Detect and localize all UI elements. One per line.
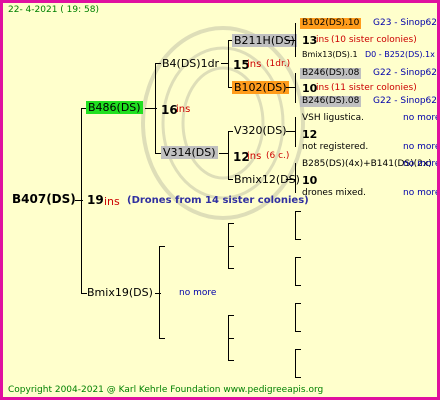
gen4-r4-info: G22 - Sinop62R bbox=[373, 68, 440, 78]
gen4-r12-info: no more bbox=[403, 188, 440, 198]
gen4-r11-num: 10 bbox=[302, 174, 318, 187]
gen4-r2-ins: ins bbox=[316, 35, 329, 45]
father-queen[interactable]: B486(DS) bbox=[86, 101, 143, 114]
gen4-r1-info: G23 - Sinop62R bbox=[373, 18, 440, 28]
gen2b-extra: (6 c.) bbox=[266, 151, 290, 161]
gen2a-ins-label: ins bbox=[247, 59, 262, 70]
grandfather-queen[interactable]: B4(DS)1dr bbox=[160, 57, 221, 70]
root-ins-count: 19 bbox=[87, 193, 104, 207]
gen2a-extra: (1dr.) bbox=[266, 59, 291, 69]
root-sister-note: (Drones from 14 sister colonies) bbox=[127, 195, 309, 206]
gen4-r9-text: not registered. bbox=[302, 142, 369, 152]
gen4-r1-queen[interactable]: B102(DS).10 bbox=[300, 18, 362, 29]
gen4-r6-info: G22 - Sinop62R bbox=[373, 96, 440, 106]
gen4-r5-ins: ins bbox=[316, 83, 329, 93]
gen2b-ins-label: ins bbox=[247, 151, 262, 162]
gen3-b-queen[interactable]: B102(DS) bbox=[232, 81, 289, 94]
gen4-r5-extra: (11 sister colonies) bbox=[331, 83, 417, 93]
gen4-r7-info: no more bbox=[403, 113, 440, 123]
mother-no-more: no more bbox=[179, 288, 217, 298]
gen4-r9-info: no more bbox=[403, 142, 440, 152]
gen4-r6-queen[interactable]: B246(DS).08 bbox=[300, 96, 362, 107]
date-stamp: 22- 4-2021 ( 19: 58) bbox=[8, 5, 99, 15]
gen4-r2-extra: (10 sister colonies) bbox=[331, 35, 417, 45]
gen3-c-queen[interactable]: V320(DS) bbox=[232, 124, 289, 137]
father-ins-label: ins bbox=[176, 104, 191, 115]
gen4-r3-text: Bmix13(DS).1 bbox=[302, 50, 358, 59]
grandmother-queen[interactable]: V314(DS) bbox=[161, 146, 218, 159]
mother-queen[interactable]: Bmix19(DS) bbox=[85, 286, 155, 299]
root-ins-label: ins bbox=[104, 195, 120, 208]
gen4-r12-text: drones mixed. bbox=[302, 188, 366, 198]
gen4-r7-text: VSH ligustica. bbox=[302, 113, 364, 123]
root-queen[interactable]: B407(DS) bbox=[12, 193, 76, 205]
gen4-r4-queen[interactable]: B246(DS).08 bbox=[300, 68, 362, 79]
gen4-r3-info: D0 - B252(DS).1x bbox=[365, 50, 435, 59]
footer-copyright: Copyright 2004-2021 @ Karl Kehrle Founda… bbox=[8, 385, 324, 395]
gen4-r8-num: 12 bbox=[302, 128, 318, 141]
pedigree-frame: 22- 4-2021 ( 19: 58) B407(DS) 19 ins (Dr… bbox=[0, 0, 440, 400]
gen4-r10-info: no more bbox=[403, 159, 440, 169]
